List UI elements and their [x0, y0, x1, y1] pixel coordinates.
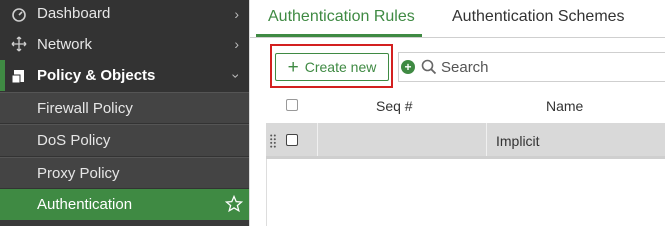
chevron-right-icon: › — [234, 36, 239, 52]
search-input[interactable] — [441, 56, 661, 78]
tab-authentication-rules[interactable]: Authentication Rules — [268, 8, 415, 26]
table-header: Seq # Name — [266, 92, 665, 122]
network-arrows-icon — [10, 35, 28, 53]
row-checkbox[interactable] — [286, 134, 298, 146]
column-header-name[interactable]: Name — [546, 98, 583, 114]
chevron-down-icon: › — [228, 73, 245, 78]
star-icon[interactable] — [224, 194, 244, 213]
sidebar-item-dos-policy[interactable]: DoS Policy — [0, 124, 249, 156]
row-name-cell: Implicit — [496, 133, 540, 149]
table-border — [266, 159, 267, 226]
sidebar-item-label: Firewall Policy — [37, 99, 133, 117]
dashboard-icon — [10, 5, 28, 23]
sidebar-item-network[interactable]: Network › — [0, 29, 249, 59]
sidebar-item-label: Policy & Objects — [37, 67, 156, 84]
search-box: + — [398, 52, 665, 82]
column-header-seq[interactable]: Seq # — [376, 98, 413, 114]
plus-icon: + — [287, 56, 299, 78]
sidebar: Dashboard › Network › Policy & Objects ›… — [0, 0, 249, 226]
cell-divider — [317, 123, 318, 156]
policy-document-icon — [10, 67, 28, 85]
select-all-checkbox[interactable] — [286, 99, 298, 111]
sidebar-item-dashboard[interactable]: Dashboard › — [0, 0, 249, 27]
tab-bar: Authentication Rules Authentication Sche… — [250, 0, 665, 38]
active-tab-indicator — [256, 34, 422, 37]
table-row[interactable]: Implicit — [266, 123, 665, 159]
main-content: Authentication Rules Authentication Sche… — [249, 0, 665, 226]
create-new-button[interactable]: + Create new — [275, 53, 389, 81]
sidebar-item-label: DoS Policy — [37, 132, 111, 149]
sidebar-item-label: Authentication — [37, 196, 133, 213]
create-new-label: Create new — [304, 59, 377, 75]
sidebar-item-proxy-policy[interactable]: Proxy Policy — [0, 157, 249, 188]
chevron-right-icon: › — [234, 5, 239, 22]
add-filter-icon[interactable]: + — [401, 60, 415, 74]
drag-handle-icon[interactable] — [270, 134, 276, 148]
tab-authentication-schemes[interactable]: Authentication Schemes — [452, 8, 625, 26]
sidebar-item-label: Network — [37, 35, 93, 53]
cell-divider — [486, 123, 487, 156]
sidebar-item-policy-objects[interactable]: Policy & Objects › — [0, 60, 249, 91]
sidebar-item-firewall-policy[interactable]: Firewall Policy — [0, 92, 249, 123]
sidebar-item-label: Proxy Policy — [37, 164, 120, 182]
active-accent-bar — [0, 60, 5, 91]
sidebar-item-label: Dashboard — [37, 5, 111, 22]
search-icon — [421, 59, 437, 75]
sidebar-divider — [0, 220, 249, 226]
sidebar-item-authentication[interactable]: Authentication — [0, 189, 249, 220]
